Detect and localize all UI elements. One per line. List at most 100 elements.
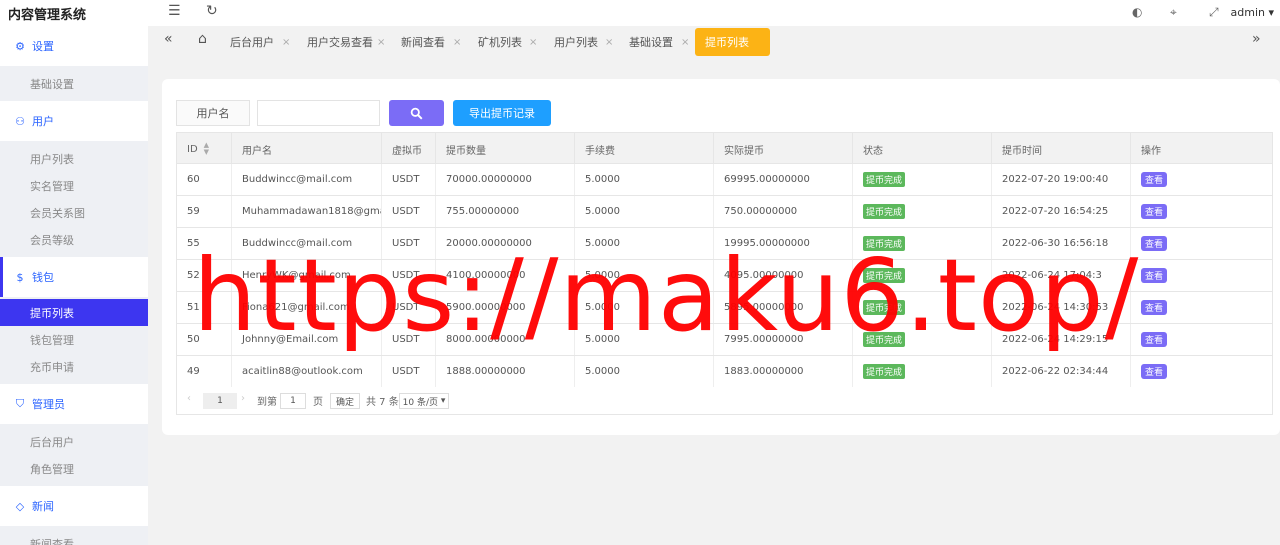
close-icon[interactable]: ×: [453, 37, 461, 48]
tabs-prev-icon[interactable]: «: [164, 31, 173, 47]
sidebar-item-member-graph[interactable]: 会员关系图: [0, 199, 148, 226]
search-icon: [410, 107, 423, 119]
tag-icon[interactable]: ⌖: [1170, 5, 1177, 20]
dollar-icon: $: [16, 270, 24, 284]
page-size-value: 10 条/页: [402, 397, 438, 408]
table-cell: 5.0000: [575, 356, 714, 387]
sidebar-group-wallet[interactable]: $ 钱包: [0, 257, 148, 297]
col-amount: 提币数量: [436, 133, 575, 165]
table-row: 59 Muhammadawan1818@gmail.... USDT 755.0000…: [176, 196, 1273, 228]
prev-page-icon[interactable]: ‹: [187, 393, 191, 404]
tab-backend-users[interactable]: 后台用户 ×: [230, 28, 290, 56]
tab-basic-settings[interactable]: 基础设置 ×: [629, 28, 689, 56]
sidebar-item-withdraw-list[interactable]: 提币列表: [0, 299, 148, 326]
username-input[interactable]: [257, 100, 380, 126]
sidebar-group-label: 用户: [32, 115, 54, 128]
cell-text: 1883.00000000: [724, 366, 804, 377]
col-actual: 实际提币: [714, 133, 853, 165]
col-time: 提币时间: [992, 133, 1131, 165]
menu-toggle-icon[interactable]: ☰: [168, 3, 181, 19]
tab-miner-list[interactable]: 矿机列表 ×: [478, 28, 537, 56]
sidebar-item-basic-settings[interactable]: 基础设置: [0, 70, 148, 97]
sidebar-item-wallet-manage[interactable]: 钱包管理: [0, 326, 148, 353]
user-icon: ⚇: [15, 114, 25, 128]
close-icon[interactable]: ×: [529, 37, 537, 48]
sidebar-item-member-level[interactable]: 会员等级: [0, 226, 148, 253]
current-page[interactable]: 1: [203, 393, 237, 409]
view-button[interactable]: 查看: [1141, 204, 1168, 219]
next-page-icon[interactable]: ›: [241, 393, 245, 404]
sort-icon[interactable]: ▲ ▼: [204, 142, 209, 156]
col-coin: 虚拟币: [382, 133, 436, 165]
table-cell: Buddwincc@mail.com: [232, 164, 382, 195]
table-cell: 750.00000000: [714, 196, 853, 227]
view-button[interactable]: 查看: [1141, 236, 1168, 251]
user-menu[interactable]: admin ▾: [1231, 6, 1275, 19]
cell-text: 750.00000000: [724, 206, 798, 217]
table-cell: acaitlin88@outlook.com: [232, 356, 382, 387]
view-button[interactable]: 查看: [1141, 268, 1168, 283]
sidebar-item-role-manage[interactable]: 角色管理: [0, 455, 148, 482]
status-badge: 提币完成: [863, 364, 906, 379]
table-header: ID ▲ ▼ 用户名 虚拟币 提币数量 手续费 实际提币 状态 提币时间 操作: [176, 132, 1273, 165]
table-cell: USDT: [382, 356, 436, 387]
tab-withdraw-list[interactable]: 提币列表: [695, 28, 770, 56]
view-button[interactable]: 查看: [1141, 300, 1168, 315]
sidebar-group-admin[interactable]: ⛉ 管理员: [0, 384, 148, 424]
cell-text: USDT: [392, 174, 420, 185]
tab-label: 用户交易查看: [307, 36, 373, 49]
sidebar-group-settings[interactable]: ⚙ 设置: [0, 26, 148, 66]
cell-text: 60: [187, 174, 200, 185]
table-cell: 1888.00000000: [436, 356, 575, 387]
goto-page-input[interactable]: 1: [280, 393, 306, 409]
view-button[interactable]: 查看: [1141, 332, 1168, 347]
table-cell: 60: [177, 164, 232, 195]
tabs-bar: « ⌂ 后台用户 × 用户交易查看 × 新闻查看 × 矿机列表 × 用户列表 × 基础设置…: [156, 28, 1280, 56]
tabs-next-icon[interactable]: »: [1252, 31, 1261, 47]
home-icon[interactable]: ⌂: [198, 31, 207, 47]
goto-confirm-button[interactable]: 确定: [330, 393, 360, 409]
sidebar-item-backend-users[interactable]: 后台用户: [0, 428, 148, 455]
theme-icon[interactable]: ◐: [1132, 5, 1142, 19]
table-cell: 提币完成: [853, 164, 992, 195]
sidebar-item-deposit-apply[interactable]: 充币申请: [0, 353, 148, 380]
sidebar-item-news-view[interactable]: 新闻查看: [0, 530, 148, 545]
cell-text: 5.0000: [585, 174, 620, 185]
close-icon[interactable]: ×: [605, 37, 613, 48]
cell-text: 70000.00000000: [446, 174, 532, 185]
col-fee: 手续费: [575, 133, 714, 165]
col-username: 用户名: [232, 133, 382, 165]
tab-user-trades[interactable]: 用户交易查看 ×: [307, 28, 385, 56]
close-icon[interactable]: ×: [282, 37, 290, 48]
tab-news-view[interactable]: 新闻查看 ×: [401, 28, 461, 56]
close-icon[interactable]: ×: [377, 37, 385, 48]
search-button[interactable]: [389, 100, 444, 126]
export-withdraw-button[interactable]: 导出提币记录: [453, 100, 551, 126]
view-button[interactable]: 查看: [1141, 172, 1168, 187]
col-id[interactable]: ID ▲ ▼: [177, 133, 232, 165]
sidebar-item-user-list[interactable]: 用户列表: [0, 145, 148, 172]
sidebar-item-real-name[interactable]: 实名管理: [0, 172, 148, 199]
tab-label: 矿机列表: [478, 36, 522, 49]
tab-label: 后台用户: [230, 36, 274, 49]
table-row: 49 acaitlin88@outlook.com USDT 1888.0000000…: [176, 356, 1273, 388]
refresh-icon[interactable]: ↻: [206, 3, 218, 19]
gear-icon: ⚙: [15, 39, 25, 53]
close-icon[interactable]: ×: [681, 37, 689, 48]
view-button[interactable]: 查看: [1141, 364, 1168, 379]
table-cell: USDT: [382, 164, 436, 195]
col-action: 操作: [1141, 145, 1161, 157]
page-size-select[interactable]: 10 条/页 ▾: [399, 393, 449, 409]
table-cell: 2022-07-20 16:54:25: [992, 196, 1131, 227]
username-label: 用户名: [176, 100, 250, 126]
table-cell: 59: [177, 196, 232, 227]
fullscreen-icon[interactable]: ⤢: [1209, 5, 1219, 20]
status-badge: 提币完成: [863, 204, 906, 219]
table-cell: 755.00000000: [436, 196, 575, 227]
cell-text: 5.0000: [585, 366, 620, 377]
sidebar-group-users[interactable]: ⚇ 用户: [0, 101, 148, 141]
tab-user-list[interactable]: 用户列表 ×: [554, 28, 613, 56]
top-bar: 内容管理系统 ☰ ↻ ◐ ⌖ ⤢ admin ▾: [0, 0, 1280, 26]
sidebar-group-news[interactable]: ◇ 新闻: [0, 486, 148, 526]
tab-label: 新闻查看: [401, 36, 445, 49]
